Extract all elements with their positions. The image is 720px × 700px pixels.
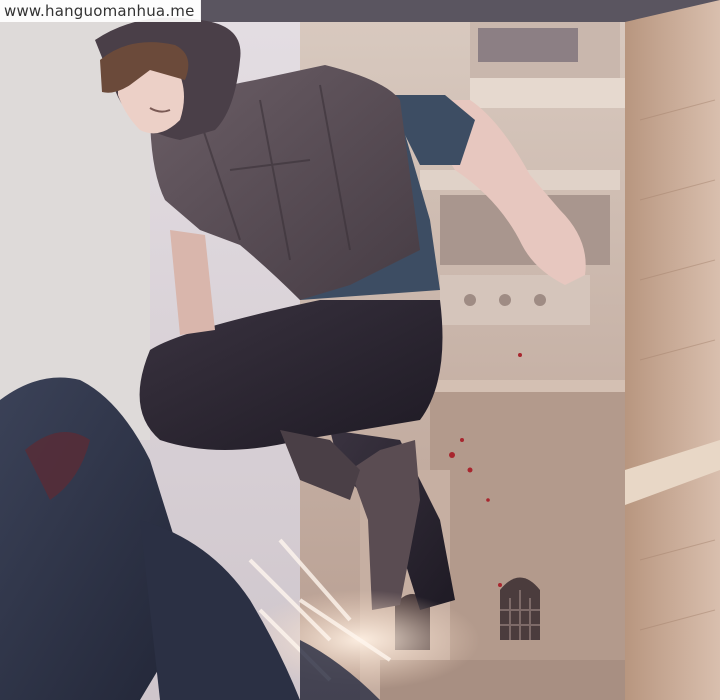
- manga-panel: [0, 0, 720, 700]
- panel-illustration: [0, 0, 720, 700]
- right-brick-wall: [625, 0, 720, 700]
- watermark-url: www.hanguomanhua.me: [0, 0, 201, 22]
